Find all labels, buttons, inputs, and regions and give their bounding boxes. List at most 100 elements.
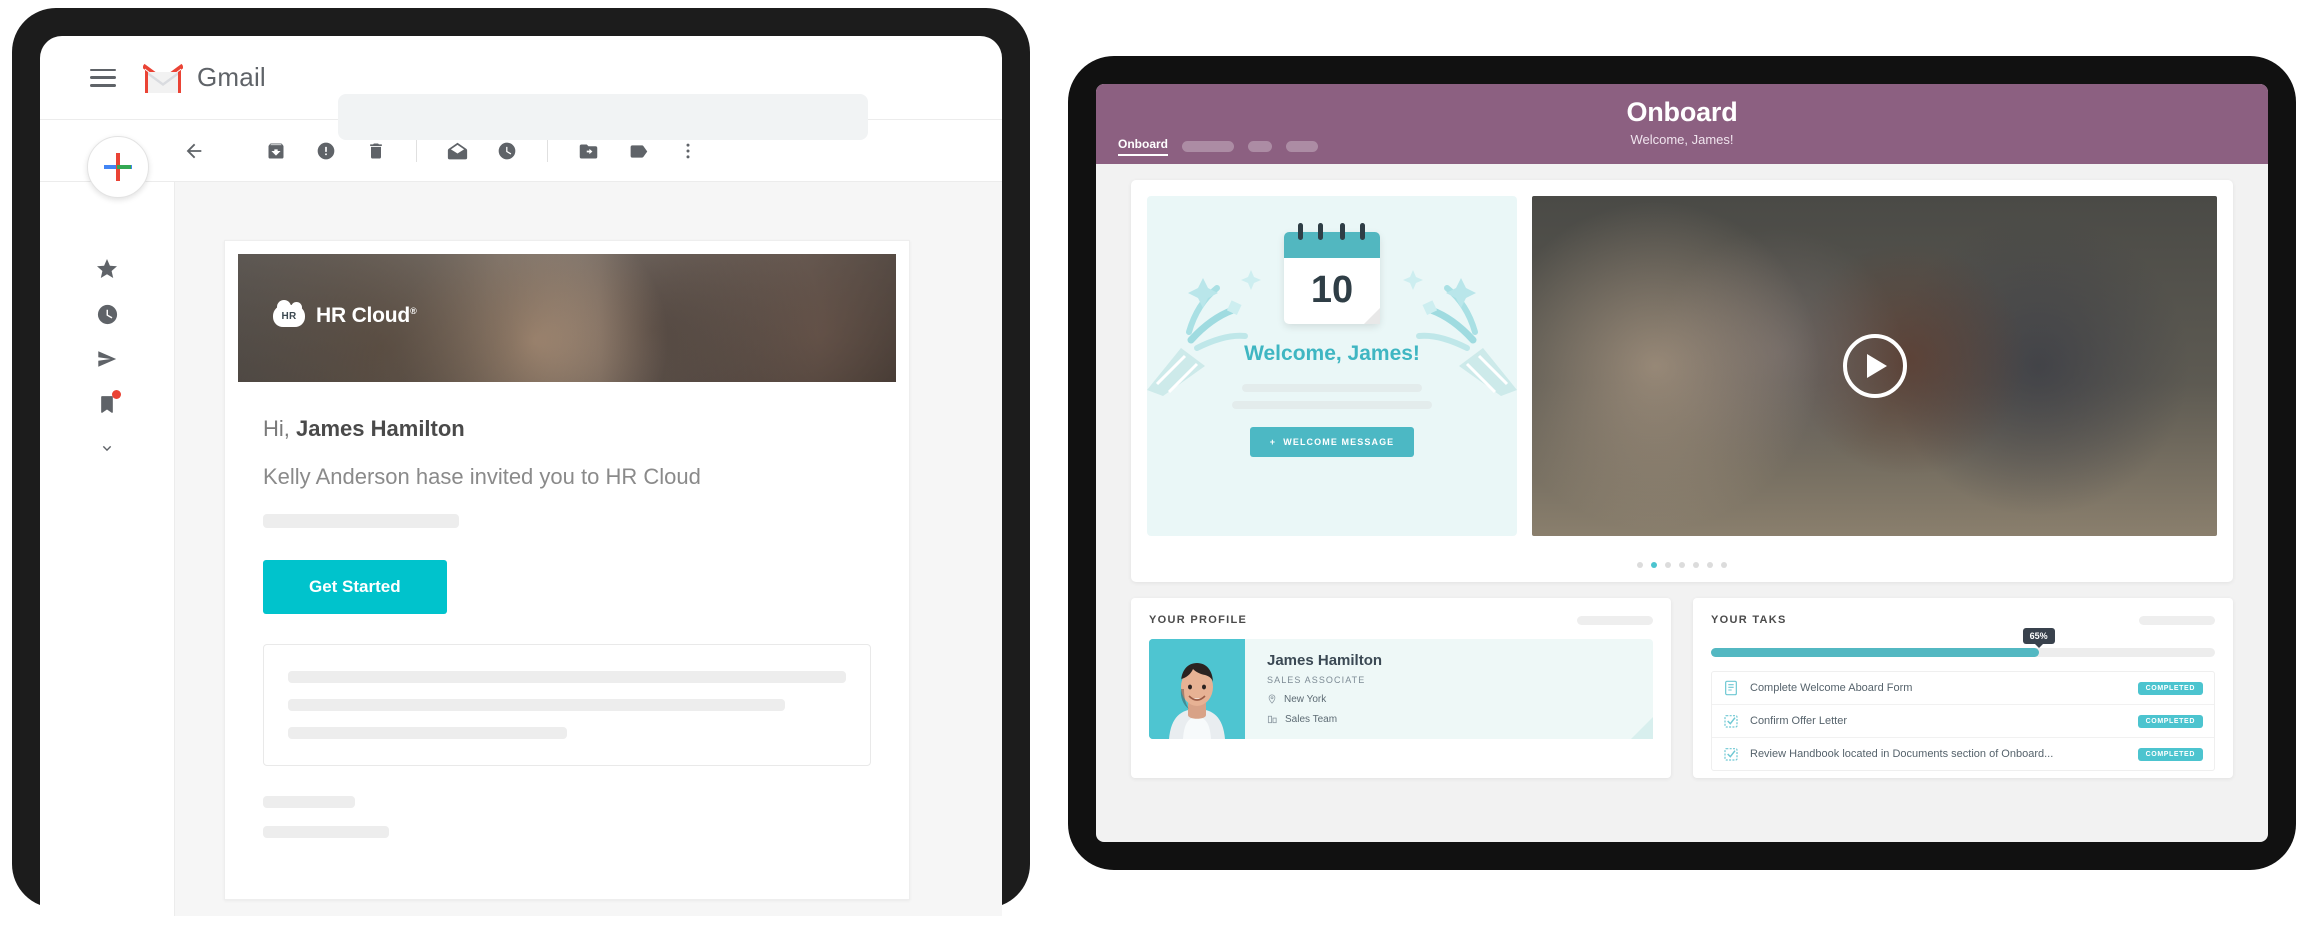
gmail-device-frame: Gmail HR HR Cloud® Hi, James Hamilton Ke… [12,8,1030,916]
more-options-icon[interactable] [672,135,704,167]
carousel-dots [1131,552,2233,582]
expand-more-icon[interactable] [94,436,120,462]
email-placeholder-line-1 [263,514,459,528]
map-pin-icon [1268,694,1276,704]
starred-icon[interactable] [94,256,120,282]
quote-placeholder-line-2 [288,699,785,711]
onboard-header: Onboard Welcome, James! Onboard [1096,84,2268,164]
gmail-toolbar [40,120,1002,198]
status-badge: COMPLETED [2137,747,2203,761]
gmail-message-pane: HR HR Cloud® Hi, James Hamilton Kelly An… [175,182,1002,916]
welcome-video[interactable] [1532,196,2217,536]
gmail-logo: Gmail [142,62,266,94]
form-document-icon [1723,679,1739,697]
welcome-message-button[interactable]: + WELCOME MESSAGE [1249,427,1415,457]
onboard-hero-card: 10 Welcome, James! + WELCOME MESSAGE [1131,180,2233,582]
profile-location: New York [1267,693,1653,705]
checkbox-icon [1723,745,1739,763]
checkbox-icon [1723,712,1739,730]
tab-onboard[interactable]: Onboard [1118,137,1168,156]
compose-button[interactable] [87,136,149,198]
profile-panel-action-placeholder[interactable] [1577,615,1653,625]
tab-placeholder-2[interactable] [1248,141,1272,152]
snooze-icon[interactable] [491,135,523,167]
progress-track[interactable] [1711,648,2215,657]
email-placeholder-line-3 [263,826,389,838]
quote-placeholder-line-3 [288,727,567,739]
profile-panel-title: YOUR PROFILE [1149,614,1248,626]
department-icon [1267,715,1277,724]
carousel-dot-6[interactable] [1707,562,1713,568]
get-started-button[interactable]: Get Started [263,560,447,614]
carousel-dot-7[interactable] [1721,562,1727,568]
archive-icon[interactable] [260,135,292,167]
email-card: HR HR Cloud® Hi, James Hamilton Kelly An… [224,240,910,900]
tab-placeholder-3[interactable] [1286,141,1318,152]
recipient-name: James Hamilton [296,416,465,441]
hamburger-icon[interactable] [90,68,116,87]
calendar-ring-4 [1360,223,1365,240]
profile-team-label: Sales Team [1285,713,1338,725]
hr-cloud-brand-text: HR Cloud [316,304,411,327]
profile-team: Sales Team [1267,713,1653,725]
calendar-ring-1 [1298,223,1303,240]
report-spam-icon[interactable] [310,135,342,167]
carousel-dot-4[interactable] [1679,562,1685,568]
profile-role: SALES ASSOCIATE [1267,675,1366,685]
status-badge: COMPLETED [2137,714,2203,728]
gmail-brand-label: Gmail [197,62,266,92]
carousel-dot-5[interactable] [1693,562,1699,568]
onboard-body: 10 Welcome, James! + WELCOME MESSAGE YOU… [1096,164,2268,778]
task-row[interactable]: Confirm Offer Letter COMPLETED [1712,705,2214,738]
snoozed-icon[interactable] [94,301,120,327]
label-icon[interactable] [622,135,654,167]
task-row[interactable]: Review Handbook located in Documents sec… [1712,738,2214,770]
tasks-panel-action-placeholder[interactable] [2139,615,2215,625]
carousel-dot-2[interactable] [1651,562,1657,568]
your-tasks-panel: YOUR TAKS 65% Complete Welcome Aboard Fo… [1693,598,2233,778]
onboard-tabs: Onboard [1118,137,1318,156]
task-label: Review Handbook located in Documents sec… [1750,748,2054,760]
greeting-prefix: Hi, [263,416,290,441]
calendar-icon: 10 [1284,223,1380,324]
mark-unread-icon[interactable] [441,135,473,167]
gmail-left-rail [40,182,175,916]
email-subline: Kelly Anderson hase invited you to HR Cl… [263,464,701,489]
sent-icon[interactable] [94,346,120,372]
task-label: Complete Welcome Aboard Form [1750,682,1913,694]
gmail-window: Gmail HR HR Cloud® Hi, James Hamilton Ke… [40,36,1002,916]
tasks-progress: 65% [1711,628,2215,657]
confetti-right-icon [1403,270,1517,396]
onboard-app: Onboard Welcome, James! Onboard 10 Welco… [1096,84,2268,842]
carousel-dot-3[interactable] [1665,562,1671,568]
avatar-photo [1149,639,1245,739]
carousel-dot-1[interactable] [1637,562,1643,568]
tablet-device-frame: Onboard Welcome, James! Onboard 10 Welco… [1068,56,2296,870]
calendar-ring-3 [1340,223,1345,240]
back-icon[interactable] [178,135,210,167]
hr-cloud-logo: HR HR Cloud® [273,300,417,328]
toolbar-divider [416,140,417,162]
progress-label: 65% [2022,628,2055,648]
gmail-top-bar: Gmail [40,36,1002,140]
welcome-placeholder-2 [1232,401,1432,409]
task-row[interactable]: Complete Welcome Aboard Form COMPLETED [1712,672,2214,705]
hr-cloud-mark-icon: HR [273,300,305,327]
move-to-folder-icon[interactable] [572,135,604,167]
email-hero-image: HR HR Cloud® [238,254,896,382]
hr-cloud-mark-text: HR [281,310,297,322]
delete-icon[interactable] [360,135,392,167]
calendar-ring-2 [1318,223,1323,240]
tab-placeholder-1[interactable] [1182,141,1234,152]
screenshot-root: Gmail HR HR Cloud® Hi, James Hamilton Ke… [0,0,2308,926]
task-list: Complete Welcome Aboard Form COMPLETED Con… [1711,671,2215,771]
email-placeholder-line-2 [263,796,355,808]
play-icon[interactable] [1842,334,1907,398]
gmail-m-icon [142,62,184,94]
onboard-lower-row: YOUR PROFILE James Hamilton SALES ASSOCI… [1131,598,2233,778]
your-profile-panel: YOUR PROFILE James Hamilton SALES ASSOCI… [1131,598,1671,778]
avatar [1149,639,1245,739]
email-body: Hi, James Hamilton Kelly Anderson hase i… [225,382,909,838]
drafts-icon[interactable] [94,390,121,417]
page-title: Onboard [1626,97,1738,127]
